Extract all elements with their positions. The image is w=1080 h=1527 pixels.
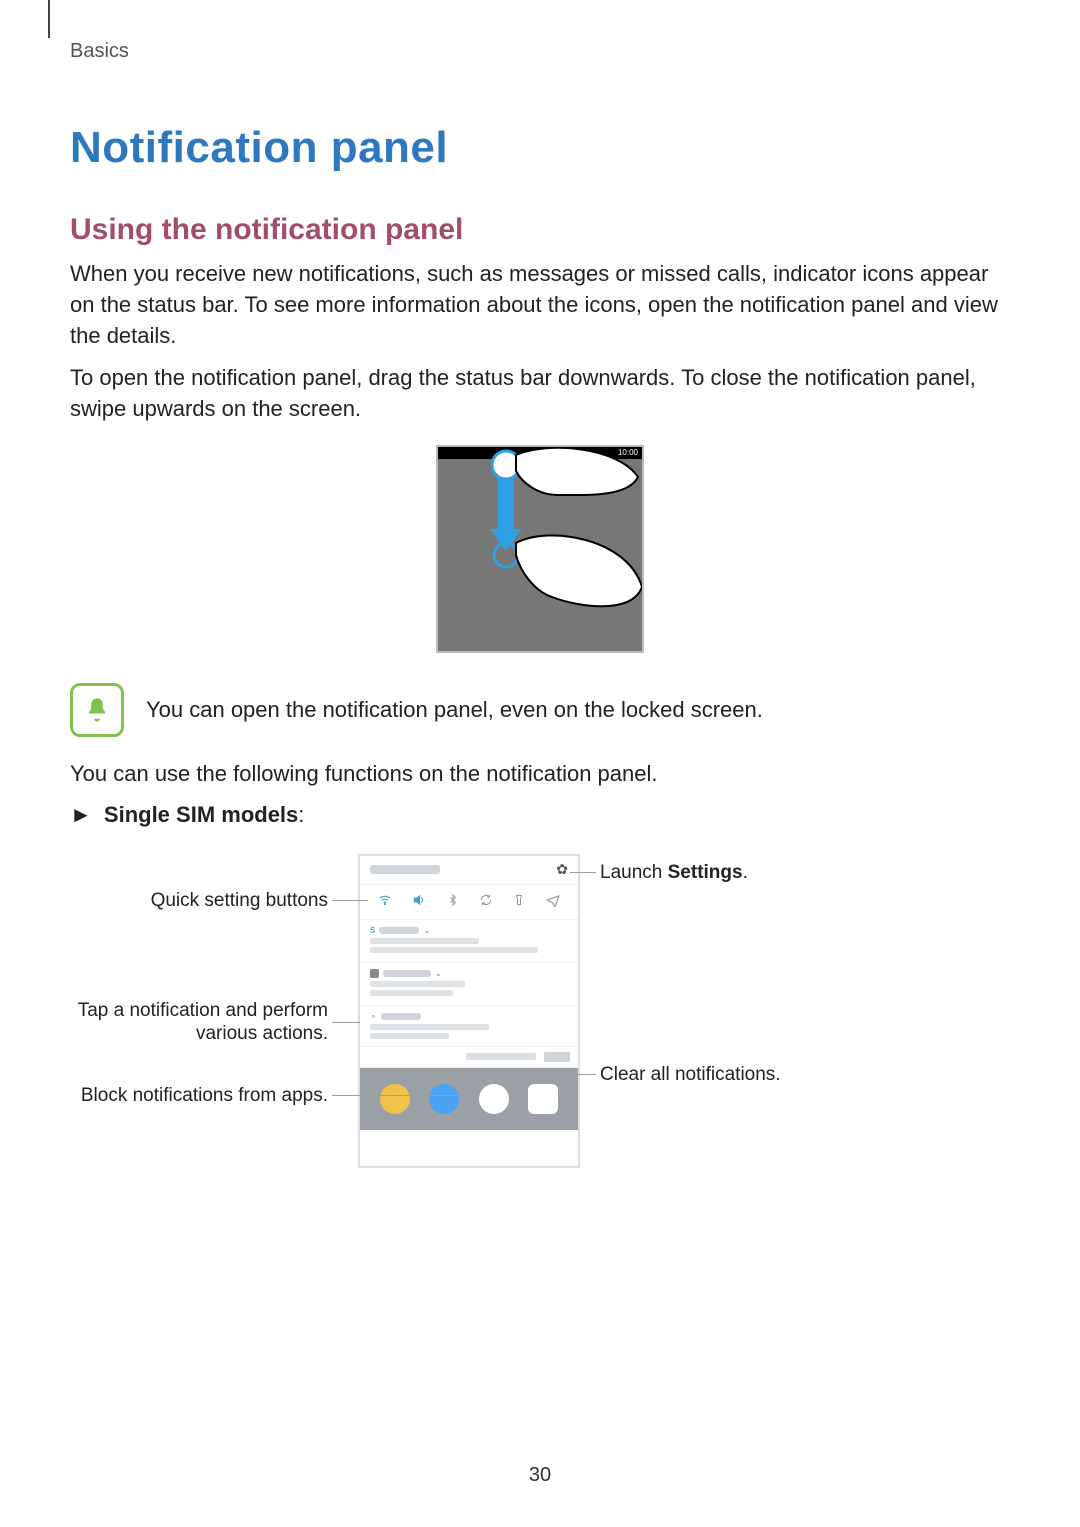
page-margin-rule [48,0,50,38]
bullet-label: Single SIM models [104,802,298,827]
bullet-arrow: ► [70,802,92,827]
page-title: Notification panel [70,123,1010,173]
paragraph-1: When you receive new notifications, such… [70,259,1010,351]
flashlight-icon [513,893,525,910]
callout-clear-all: Clear all notifications. [600,1064,900,1087]
running-head: Basics [70,40,1010,63]
callout-quick-settings: Quick setting buttons [70,890,328,913]
swipe-down-illustration [438,447,642,651]
sound-icon [412,893,426,910]
panel-action-row [360,1047,578,1068]
phone-screenshot: ✿ [360,856,578,1166]
callout-block-notifications: Block notifications from apps. [70,1085,328,1108]
bluetooth-icon [447,893,459,910]
notification-card-2: ⌄ [360,963,578,1006]
bell-icon [70,683,124,737]
callout-launch-settings: Launch Settings. [600,862,900,885]
bullet-colon: : [298,802,304,827]
swipe-down-figure: 10:00 [436,445,644,653]
note-text: You can open the notification panel, eve… [146,695,763,726]
notification-panel-diagram: ✿ [70,856,1010,1176]
leader-line [570,1074,596,1075]
leader-line [462,1083,463,1095]
leader-line [332,900,368,901]
leader-line [332,1022,360,1023]
wifi-icon [378,893,392,910]
section-subhead: Using the notification panel [70,213,1010,247]
app-dock-row [360,1068,578,1130]
quick-settings-row [360,885,578,920]
leader-line [570,872,596,873]
paragraph-3: You can use the following functions on t… [70,759,1010,790]
airplane-icon [546,893,560,910]
notification-card-3: ⚬ [360,1006,578,1047]
rotate-icon [479,893,493,910]
single-sim-bullet: ► Single SIM models: [70,802,1010,828]
leader-line [332,1095,462,1096]
callout-launch-settings-prefix: Launch [600,862,668,883]
notification-card-1: S ⌄ [360,920,578,963]
callout-tap-notification: Tap a notification and perform various a… [50,1000,328,1046]
gear-icon: ✿ [556,861,568,878]
paragraph-2: To open the notification panel, drag the… [70,363,1010,425]
page-number: 30 [0,1464,1080,1487]
callout-launch-settings-bold: Settings [668,862,743,883]
callout-launch-settings-suffix: . [743,862,748,883]
note-row: You can open the notification panel, eve… [70,683,1010,737]
